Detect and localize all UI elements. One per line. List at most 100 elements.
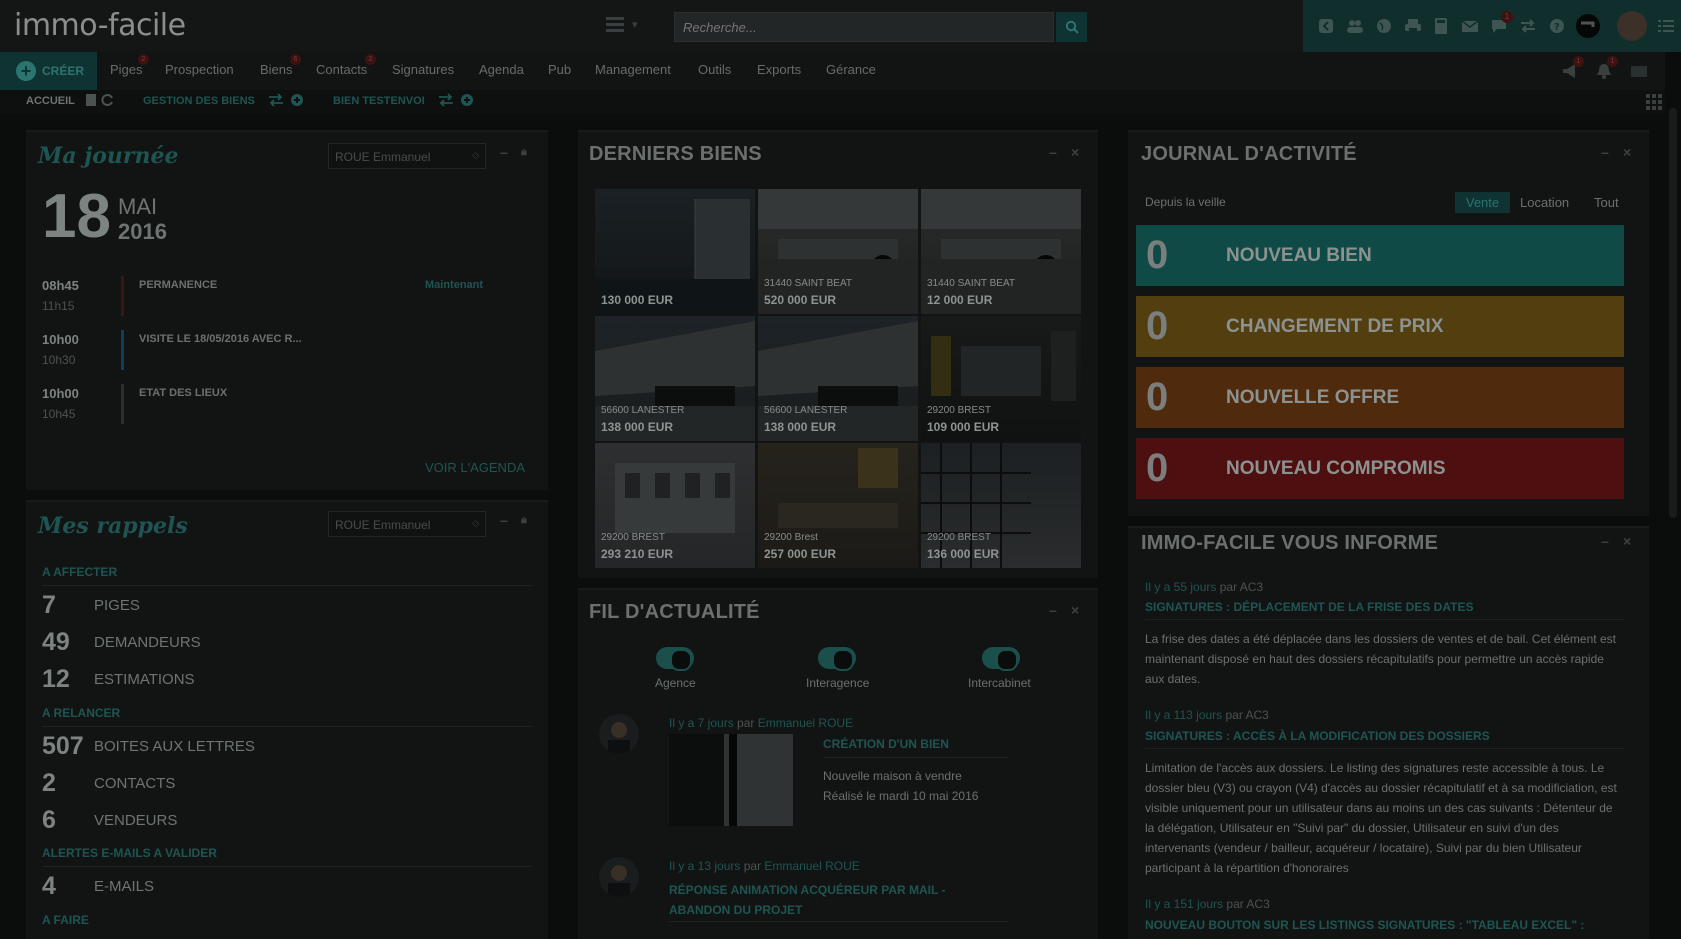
nav-agenda[interactable]: Agenda [479,62,524,77]
property-tile[interactable]: 29200 BREST 109 000 EUR [921,316,1081,441]
nav-management[interactable]: Management [595,62,671,77]
nav-outils[interactable]: Outils [698,62,731,77]
info-title[interactable]: NOUVEAU BOUTON SUR LES LISTINGS SIGNATUR… [1145,918,1584,932]
nav-gerance[interactable]: Gérance [826,62,876,77]
brand-icon[interactable] [1575,13,1601,39]
minimize-icon[interactable]: – [1601,533,1609,549]
nav-exports[interactable]: Exports [757,62,801,77]
tab-location[interactable]: Location [1520,195,1569,210]
post-thumbnail[interactable] [669,734,793,826]
rappel-count[interactable]: 2 [42,769,56,798]
property-tile[interactable]: 56600 LANESTER 138 000 EUR [758,316,918,441]
nav-prospection[interactable]: Prospection [165,62,234,77]
nav-pub[interactable]: Pub [548,62,571,77]
breadcrumb-bien[interactable]: BIEN TESTENVOI [333,95,425,107]
rappel-count[interactable]: 7 [42,591,56,620]
print-icon[interactable] [1403,16,1423,36]
post-author[interactable]: Emmanuel ROUE [764,859,859,873]
voir-agenda-link[interactable]: VOIR L'AGENDA [425,460,525,475]
refresh-icon[interactable] [101,93,115,107]
inbox-icon[interactable] [1629,61,1649,81]
breadcrumb-home[interactable]: ACCUEIL [26,95,75,107]
close-icon[interactable]: × [1623,533,1631,549]
author-avatar[interactable] [599,714,639,754]
post-title[interactable]: CRÉATION D'UN BIEN [823,737,949,751]
info-title[interactable]: SIGNATURES : ACCÈS À LA MODIFICATION DES… [1145,729,1490,743]
nav-signatures[interactable]: Signatures [392,62,454,77]
add-circle-icon[interactable] [460,93,474,107]
rappels-user-select[interactable]: ROUE Emmanuel ◇ [328,511,486,537]
post-author[interactable]: Emmanuel ROUE [758,716,853,730]
mail-icon[interactable] [1460,16,1480,36]
info-title[interactable]: SIGNATURES : DÉPLACEMENT DE LA FRISE DES… [1145,600,1473,614]
rappel-label[interactable]: VENDEURS [94,812,177,829]
close-icon[interactable]: × [1071,602,1079,618]
rappel-count[interactable]: 12 [42,665,70,694]
page-scrollbar[interactable] [1665,52,1681,939]
rappel-count[interactable]: 49 [42,628,70,657]
rappel-count[interactable]: 4 [42,872,56,901]
property-tile[interactable]: 130 000 EUR [595,189,755,314]
calculator-icon[interactable] [1431,16,1451,36]
property-tile[interactable]: 31440 SAINT BEAT 12 000 EUR [921,189,1081,314]
lock-icon[interactable]: 🔒︎ [521,514,527,527]
minimize-icon[interactable]: – [500,512,508,528]
property-tile[interactable]: 31440 SAINT BEAT 520 000 EUR [758,189,918,314]
main-menu-button[interactable]: ▾ [606,17,644,37]
lock-icon[interactable]: 🔒︎ [521,146,527,159]
post-title[interactable]: RÉPONSE ANIMATION ACQUÉREUR PAR MAIL - A… [669,880,979,920]
rappel-count[interactable]: 507 [42,732,84,761]
user-avatar[interactable] [1617,11,1647,41]
rappel-label[interactable]: PIGES [94,597,140,614]
journee-user-select[interactable]: ROUE Emmanuel ◇ [328,143,486,169]
rappel-label[interactable]: E-MAILS [94,878,154,895]
breadcrumb-gestion[interactable]: GESTION DES BIENS [143,95,255,107]
rappel-label[interactable]: BOITES AUX LETTRES [94,738,255,755]
scrollbar-thumb[interactable] [1669,108,1677,518]
search-input[interactable] [674,12,1054,42]
document-icon[interactable] [84,93,98,107]
kpi-changement-prix[interactable]: 0 CHANGEMENT DE PRIX [1136,296,1624,357]
swap-icon[interactable] [438,93,454,107]
rappel-count[interactable]: 6 [42,806,56,835]
swap-icon[interactable] [268,93,284,107]
add-circle-icon[interactable] [290,93,304,107]
search-button[interactable] [1056,12,1087,42]
minimize-icon[interactable]: – [1049,144,1057,160]
event-start: 10h00 [42,386,79,401]
tile-city: 56600 LANESTER [601,405,685,416]
transfer-icon[interactable] [1518,16,1538,36]
toggle-interagence[interactable] [818,647,856,671]
rappel-label[interactable]: CONTACTS [94,775,175,792]
property-tile[interactable]: 29200 Brest 257 000 EUR [758,443,918,568]
kpi-nouveau-compromis[interactable]: 0 NOUVEAU COMPROMIS [1136,438,1624,499]
minimize-icon[interactable]: – [1601,144,1609,160]
app-logo[interactable]: immo-facile [14,8,186,43]
nav-piges[interactable]: Piges [110,62,143,77]
nav-biens[interactable]: Biens [260,62,293,77]
toggle-intercabinet[interactable] [982,647,1020,671]
help-icon[interactable]: ? [1547,16,1567,36]
minimize-icon[interactable]: – [500,144,508,160]
create-button[interactable]: + CRÉER [0,52,97,90]
rappel-label[interactable]: DEMANDEURS [94,634,201,651]
users-icon[interactable] [1345,16,1365,36]
globe-icon[interactable] [1374,16,1394,36]
author-avatar[interactable] [599,857,639,897]
property-tile[interactable]: 29200 BREST 293 210 EUR [595,443,755,568]
back-icon[interactable] [1316,16,1336,36]
list-menu-icon[interactable] [1656,16,1676,36]
kpi-nouveau-bien[interactable]: 0 NOUVEAU BIEN [1136,225,1624,286]
tab-tout[interactable]: Tout [1594,195,1619,210]
tab-vente[interactable]: Vente [1455,192,1510,213]
nav-contacts[interactable]: Contacts [316,62,367,77]
close-icon[interactable]: × [1071,144,1079,160]
close-icon[interactable]: × [1623,144,1631,160]
minimize-icon[interactable]: – [1049,602,1057,618]
toggle-agence[interactable] [656,647,694,671]
kpi-nouvelle-offre[interactable]: 0 NOUVELLE OFFRE [1136,367,1624,428]
property-tile[interactable]: 56600 LANESTER 138 000 EUR [595,316,755,441]
grid-icon[interactable] [1646,94,1662,110]
property-tile[interactable]: 29200 BREST 136 000 EUR [921,443,1081,568]
rappel-label[interactable]: ESTIMATIONS [94,671,195,688]
